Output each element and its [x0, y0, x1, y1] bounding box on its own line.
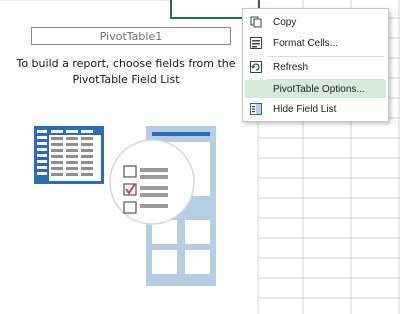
checkbox-list-icon	[109, 139, 195, 225]
menu-item-label: PivotTable Options...	[273, 83, 365, 95]
pivot-instructions: To build a report, choose fields from th…	[8, 56, 244, 88]
menu-item-refresh[interactable]: Refresh	[245, 58, 386, 76]
format-cells-icon	[245, 37, 267, 49]
menu-item-label: Copy	[273, 16, 297, 28]
copy-icon	[245, 16, 267, 28]
refresh-icon	[245, 61, 267, 73]
table-grid-icon	[34, 126, 104, 184]
instruction-line-2: PivotTable Field List	[72, 73, 180, 86]
menu-item-pivottable-options[interactable]: PivotTable Options...	[245, 80, 386, 98]
menu-item-hide-field-list[interactable]: Hide Field List	[245, 100, 386, 118]
field-list-icon	[245, 103, 267, 115]
menu-item-label: Refresh	[273, 61, 309, 73]
menu-item-format-cells[interactable]: Format Cells...	[245, 34, 386, 52]
context-menu: Copy Format Cells... Refresh PivotTable …	[242, 8, 389, 122]
menu-item-label: Format Cells...	[273, 37, 339, 49]
pivot-field-list-illustration	[34, 126, 216, 286]
instruction-line-1: To build a report, choose fields from th…	[16, 57, 236, 70]
menu-item-label: Hide Field List	[273, 103, 337, 115]
pivot-table-name-box[interactable]: PivotTable1	[31, 27, 231, 45]
menu-separator	[267, 56, 384, 57]
menu-item-copy[interactable]: Copy	[245, 13, 386, 31]
